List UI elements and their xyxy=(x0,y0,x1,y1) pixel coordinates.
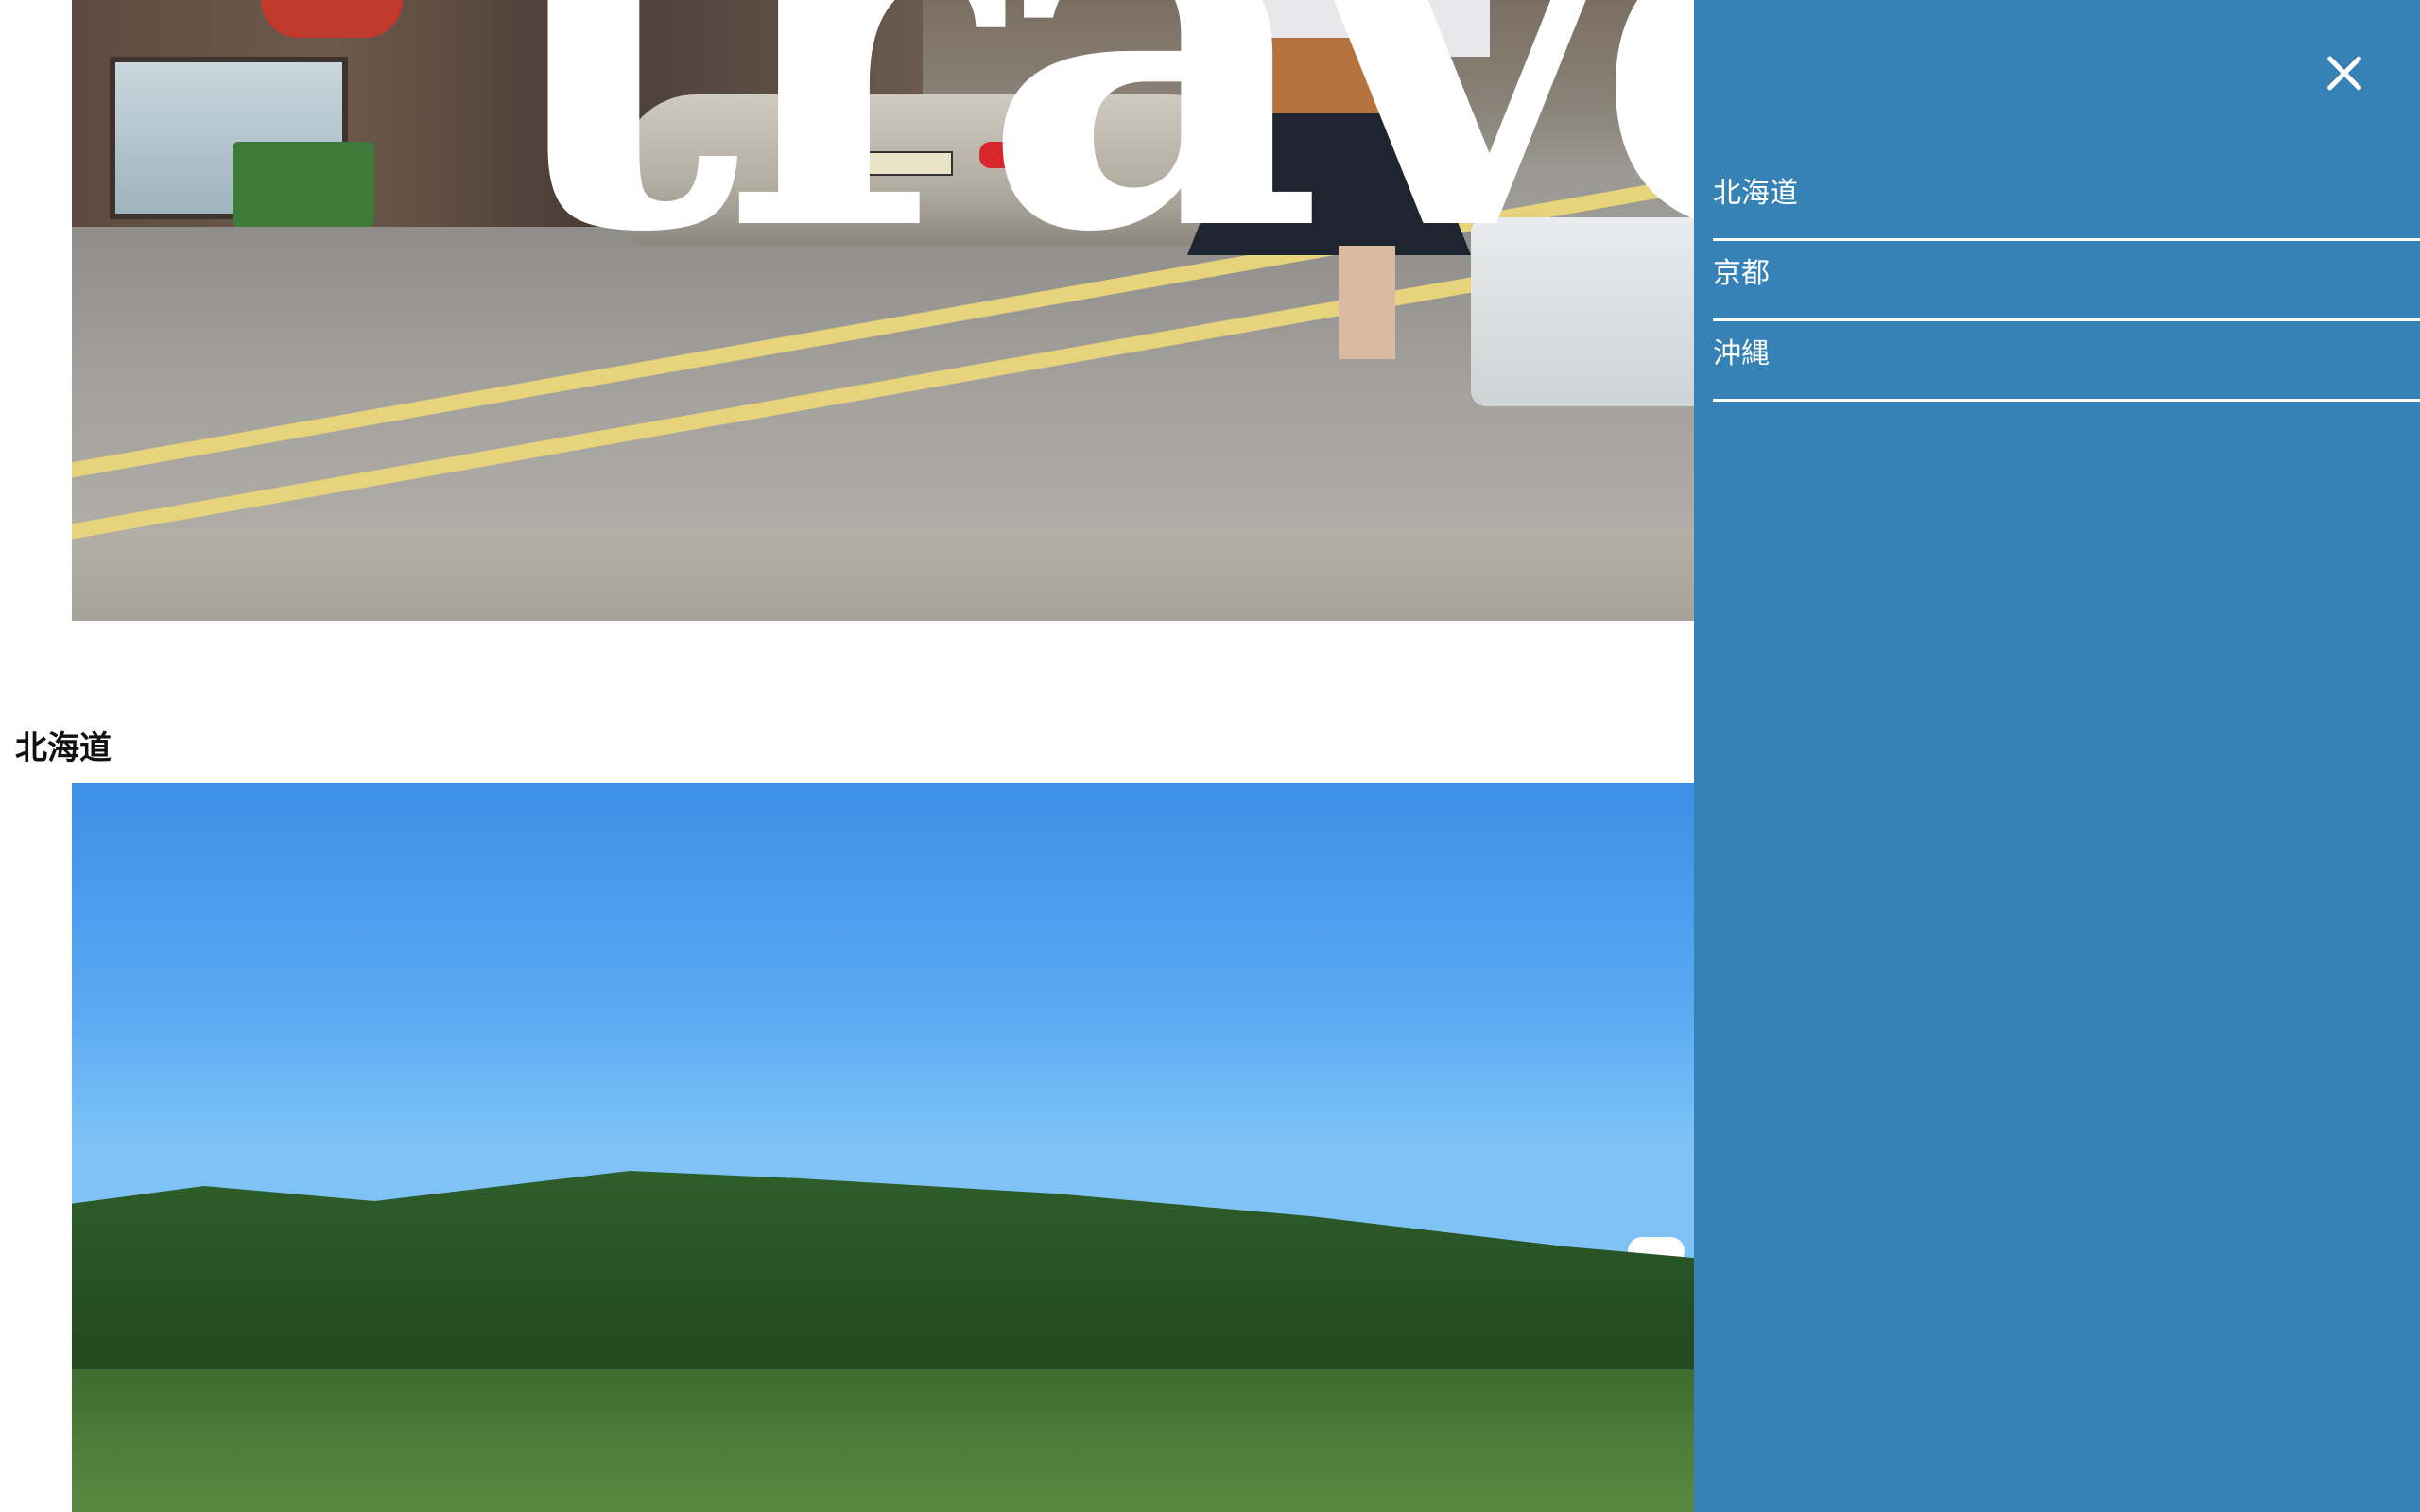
landscape-image xyxy=(72,783,1694,1512)
section-title: 北海道 xyxy=(15,730,112,767)
curb xyxy=(72,529,1694,621)
close-icon[interactable] xyxy=(2318,47,2371,100)
nav-item-okinawa[interactable]: 沖縄 xyxy=(1713,321,2420,402)
hero-image: travel xyxy=(72,0,1694,621)
foreground-vegetation xyxy=(72,1369,1694,1512)
nav-item-kyoto[interactable]: 京都 xyxy=(1713,241,2420,321)
hero-title: travel xyxy=(495,0,1694,349)
page: travel 北海道 北海道 京都 沖縄 xyxy=(0,0,2420,1512)
nav-item-hokkaido[interactable]: 北海道 xyxy=(1713,161,2420,241)
nav-menu-list: 北海道 京都 沖縄 xyxy=(1713,161,2420,402)
trash-bin xyxy=(233,142,374,227)
lantern xyxy=(261,0,403,38)
